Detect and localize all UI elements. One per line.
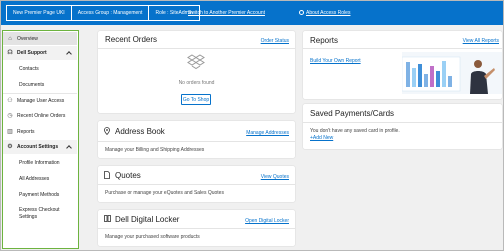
document-icon — [104, 171, 110, 179]
recent-orders-title: Recent Orders — [105, 35, 158, 44]
sidebar-item-recent-online-orders[interactable]: ◷ Recent Online Orders — [3, 111, 77, 121]
locker-grid-icon — [104, 215, 111, 222]
account-bar: New Premier Page UKI Access Group : Mana… — [1, 1, 503, 25]
open-digital-locker-link[interactable]: Open Digital Locker — [245, 218, 289, 224]
view-all-reports-link[interactable]: View All Reports — [463, 38, 499, 44]
address-book-card: Address Book Manage Addresses Manage you… — [98, 121, 295, 158]
sidebar-item-profile-information[interactable]: Profile Information — [3, 158, 77, 168]
about-access-roles-link[interactable]: About Access Roles — [299, 10, 350, 16]
saved-payments-card: Saved Payments/Cards You don't have any … — [303, 104, 502, 149]
view-quotes-link[interactable]: View Quotes — [261, 174, 289, 180]
settings-icon: ⚙ — [7, 144, 13, 150]
no-orders-text: No orders found — [178, 80, 215, 86]
sidebar-item-label: Settings — [19, 214, 38, 220]
sidebar-item-documents[interactable]: Documents — [3, 80, 77, 90]
sidebar-item-label: Overview — [17, 35, 38, 42]
account-name: New Premier Page UKI — [7, 6, 72, 20]
sidebar-item-label: Profile Information — [19, 160, 60, 166]
card-divider — [98, 48, 295, 49]
switch-account-link[interactable]: Switch to Another Premier Account — [188, 10, 265, 16]
sidebar-item-manage-user-access[interactable]: ⚇ Manage User Access — [3, 96, 77, 106]
sidebar-item-label: Account Settings — [17, 144, 59, 150]
sidebar-item-account-settings[interactable]: ⚙ Account Settings — [3, 140, 77, 154]
digital-locker-title: Dell Digital Locker — [115, 215, 180, 224]
sidebar-item-overview[interactable]: ⌂ Overview — [3, 32, 77, 45]
sidebar-nav: ⌂ Overview ☊ Dell Support Contacts Docum… — [2, 30, 79, 249]
sidebar-item-label: Manage User Access — [17, 98, 65, 104]
saved-payments-title: Saved Payments/Cards — [310, 109, 395, 118]
info-icon — [299, 10, 304, 15]
sidebar-item-label: All Addresses — [19, 176, 50, 182]
reports-title: Reports — [310, 36, 339, 45]
quotes-title: Quotes — [115, 171, 141, 180]
access-group: Access Group : Management — [72, 6, 150, 20]
quotes-text: Purchase or manage your eQuotes and Sale… — [105, 190, 224, 196]
digital-locker-card: Dell Digital Locker Open Digital Locker … — [98, 210, 295, 246]
sidebar-item-label: Express Checkout — [19, 207, 60, 213]
sidebar-divider — [3, 93, 77, 94]
go-to-shop-button[interactable]: Go To Shop — [181, 94, 211, 105]
chevron-up-icon — [66, 51, 72, 57]
address-book-title: Address Book — [115, 127, 165, 136]
sidebar-item-express-checkout-settings[interactable]: Express Checkout Settings — [3, 205, 77, 223]
sidebar-item-label: Dell Support — [17, 50, 47, 56]
card-divider — [98, 141, 295, 142]
sidebar-item-label: Documents — [19, 82, 45, 88]
recent-orders-card: Recent Orders Order Status No orders fou… — [98, 31, 295, 113]
account-info-box: New Premier Page UKI Access Group : Mana… — [6, 5, 200, 21]
sidebar-item-all-addresses[interactable]: All Addresses — [3, 174, 77, 184]
saved-payments-text: You don't have any saved card in profile… — [310, 128, 400, 134]
sidebar-item-contacts[interactable]: Contacts — [3, 64, 77, 74]
address-book-text: Manage your Billing and Shipping Address… — [105, 147, 205, 153]
sidebar-item-payment-methods[interactable]: Payment Methods — [3, 190, 77, 200]
card-divider — [98, 228, 295, 229]
card-divider — [303, 48, 502, 49]
manage-addresses-link[interactable]: Manage Addresses — [246, 130, 289, 136]
users-icon: ⚇ — [7, 98, 13, 104]
add-new-card-link[interactable]: +Add New — [310, 135, 333, 141]
reports-illustration — [402, 52, 502, 94]
order-status-link[interactable]: Order Status — [261, 38, 289, 44]
chevron-up-icon — [66, 145, 72, 151]
sidebar-item-dell-support[interactable]: ☊ Dell Support — [3, 46, 77, 60]
location-pin-icon — [104, 127, 110, 135]
home-icon: ⌂ — [8, 35, 12, 42]
orders-icon: ◷ — [7, 113, 13, 119]
sidebar-item-label: Reports — [17, 129, 35, 135]
card-divider — [303, 122, 502, 123]
headset-icon: ☊ — [7, 50, 13, 56]
sidebar-item-reports[interactable]: ▥ Reports — [3, 127, 77, 137]
about-access-roles-label: About Access Roles — [306, 10, 351, 16]
chart-icon: ▥ — [7, 129, 13, 135]
dropbox-box-icon — [187, 54, 205, 70]
digital-locker-text: Manage your purchased software products — [105, 234, 200, 240]
card-divider — [98, 184, 295, 185]
sidebar-item-label: Contacts — [19, 66, 39, 72]
quotes-card: Quotes View Quotes Purchase or manage yo… — [98, 166, 295, 202]
sidebar-item-label: Payment Methods — [19, 192, 60, 198]
build-your-own-report-link[interactable]: Build Your Own Report — [310, 58, 361, 64]
sidebar-item-label: Recent Online Orders — [17, 113, 66, 119]
